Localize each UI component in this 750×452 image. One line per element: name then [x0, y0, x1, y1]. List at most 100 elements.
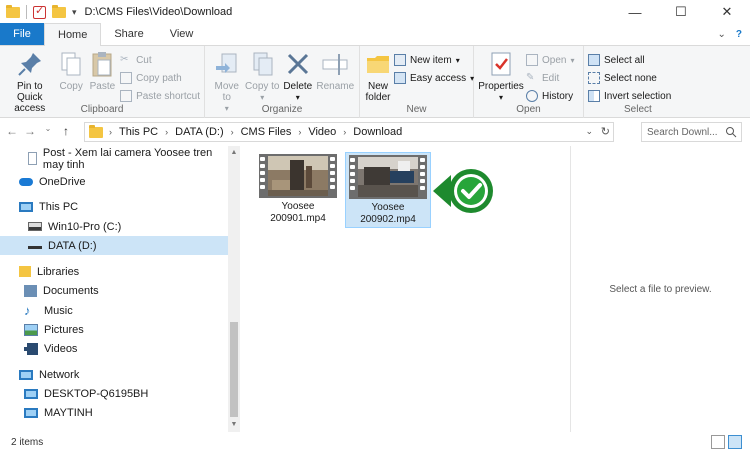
scissors-icon: ✂ [120, 54, 129, 65]
help-icon[interactable]: ? [736, 29, 742, 40]
nav-item-post[interactable]: Post - Xem lai camera Yoosee tren may ti… [0, 147, 228, 171]
file-item-yoosee-200902[interactable]: Yoosee 200902.mp4 [345, 152, 431, 228]
documents-icon [24, 284, 37, 297]
breadcrumb-video[interactable]: Video [308, 126, 336, 138]
history-button[interactable]: History [526, 88, 574, 104]
paste-icon [92, 52, 112, 77]
drive-icon [28, 222, 42, 231]
nav-item-onedrive[interactable]: OneDrive [0, 172, 228, 191]
select-group: Select all Select none Invert selection … [584, 46, 750, 118]
preview-pane: Select a file to preview. [570, 146, 750, 432]
quick-access-toolbar: ▾ [0, 4, 77, 19]
nav-item-desktop-q6195bh[interactable]: DESKTOP-Q6195BH [0, 384, 228, 403]
new-group-label: New [406, 104, 427, 115]
cut-button[interactable]: ✂ Cut [120, 52, 200, 68]
copy-icon [61, 52, 81, 76]
music-icon: ♪ [24, 302, 31, 318]
copy-to-icon [253, 52, 273, 76]
video-frame-image [268, 156, 328, 196]
nav-item-maytinh[interactable]: MAYTINH [0, 403, 228, 422]
breadcrumb-data-d[interactable]: DATA (D:) [175, 126, 223, 138]
nav-item-drive-c[interactable]: Win10-Pro (C:) [0, 217, 228, 236]
close-button[interactable]: ✕ [704, 0, 750, 24]
new-group: New folder New item ▾ Easy access ▾ New [360, 46, 474, 118]
ribbon: Pin to Quick access Copy Paste ✂ Cut Copy… [0, 46, 750, 118]
address-dropdown-icon[interactable]: ⌄ [585, 126, 593, 137]
separator [26, 5, 27, 19]
quick-access-dropdown-icon[interactable]: ▾ [72, 7, 77, 18]
file-item-yoosee-200901[interactable]: Yoosee 200901.mp4 [255, 152, 341, 228]
back-arrow-icon[interactable]: ← [4, 124, 20, 138]
tab-home[interactable]: Home [44, 23, 102, 46]
scroll-down-arrow-icon[interactable]: ▼ [228, 418, 240, 432]
nav-scrollbar[interactable]: ▲ ▼ [228, 146, 240, 432]
select-none-button[interactable]: Select none [588, 70, 671, 86]
new-item-icon [394, 54, 406, 66]
pictures-icon [24, 323, 38, 336]
nav-item-videos[interactable]: Videos [0, 339, 228, 358]
easy-access-button[interactable]: Easy access ▾ [394, 70, 474, 86]
tab-file[interactable]: File [0, 23, 44, 45]
move-to-icon [215, 53, 237, 73]
select-all-button[interactable]: Select all [588, 52, 671, 68]
open-button[interactable]: Open ▾ [526, 52, 574, 68]
details-view-icon[interactable] [711, 435, 725, 449]
computer-icon [24, 407, 38, 418]
history-icon [526, 90, 538, 102]
nav-item-drive-d[interactable]: DATA (D:) [0, 236, 228, 255]
paste-shortcut-icon [120, 90, 133, 102]
minimize-button[interactable]: — [612, 0, 658, 24]
preview-message: Select a file to preview. [609, 283, 712, 295]
scroll-thumb[interactable] [230, 322, 238, 417]
paste-shortcut-button[interactable]: Paste shortcut [120, 88, 200, 104]
collapse-ribbon-icon[interactable]: ⌄ [718, 29, 726, 40]
address-bar-row: ← → ⌄ ↑ › This PC › DATA (D:) › CMS Files ›… [0, 118, 750, 146]
scroll-up-arrow-icon[interactable]: ▲ [228, 146, 240, 160]
new-folder-icon [367, 56, 389, 73]
computer-icon [24, 388, 38, 399]
nav-item-pictures[interactable]: Pictures [0, 320, 228, 339]
document-icon [28, 152, 37, 165]
organize-group: Move to ▾ Copy to ▾ Delete ▾ Rename Organiz… [205, 46, 360, 118]
tab-view[interactable]: View [157, 23, 207, 45]
ribbon-tabs: File Home Share View ⌄ ? [0, 23, 750, 46]
up-arrow-icon[interactable]: ↑ [58, 124, 74, 138]
edit-button[interactable]: ✎ Edit [526, 70, 574, 86]
copy-path-icon [120, 72, 133, 84]
copy-path-button[interactable]: Copy path [120, 70, 200, 86]
new-folder-icon[interactable] [52, 4, 66, 18]
file-list: Yoosee 200901.mp4 Yoosee 200902.mp4 [240, 146, 570, 432]
properties-check-icon[interactable] [33, 4, 46, 19]
search-input[interactable]: Search Downl... [641, 122, 742, 142]
breadcrumb-download[interactable]: Download [353, 126, 402, 138]
organize-group-label: Organize [261, 104, 303, 115]
recent-dropdown-icon[interactable]: ⌄ [40, 124, 56, 138]
delete-x-icon [287, 53, 308, 75]
new-item-button[interactable]: New item ▾ [394, 52, 474, 68]
nav-item-libraries[interactable]: Libraries [0, 262, 228, 281]
breadcrumb-cms-files[interactable]: CMS Files [241, 126, 292, 138]
breadcrumb-this-pc[interactable]: This PC [119, 126, 158, 138]
navigation-pane: Post - Xem lai camera Yoosee tren may ti… [0, 146, 228, 432]
open-group: Properties ▾ Open ▾ ✎ Edit History Open [474, 46, 584, 118]
address-box[interactable]: › This PC › DATA (D:) › CMS Files › Video › … [84, 122, 614, 142]
large-icons-view-icon[interactable] [728, 435, 742, 449]
forward-arrow-icon[interactable]: → [22, 124, 38, 138]
properties-icon [491, 52, 511, 76]
open-group-label: Open [516, 104, 541, 115]
nav-item-documents[interactable]: Documents [0, 281, 228, 300]
maximize-button[interactable]: ☐ [658, 0, 704, 24]
search-icon [726, 127, 737, 138]
refresh-icon[interactable]: ↻ [601, 125, 610, 138]
green-check-arrow-badge [433, 169, 493, 213]
folder-icon [89, 124, 103, 138]
invert-selection-button[interactable]: Invert selection [588, 88, 671, 104]
nav-item-this-pc[interactable]: This PC [0, 197, 228, 216]
clipboard-group: Pin to Quick access Copy Paste ✂ Cut Copy… [0, 46, 205, 118]
nav-item-music[interactable]: ♪ Music [0, 301, 228, 320]
window-title: D:\CMS Files\Video\Download [84, 6, 233, 18]
tab-share[interactable]: Share [101, 23, 156, 45]
select-group-label: Select [624, 104, 652, 115]
nav-item-network[interactable]: Network [0, 365, 228, 384]
video-thumbnail [349, 155, 427, 199]
